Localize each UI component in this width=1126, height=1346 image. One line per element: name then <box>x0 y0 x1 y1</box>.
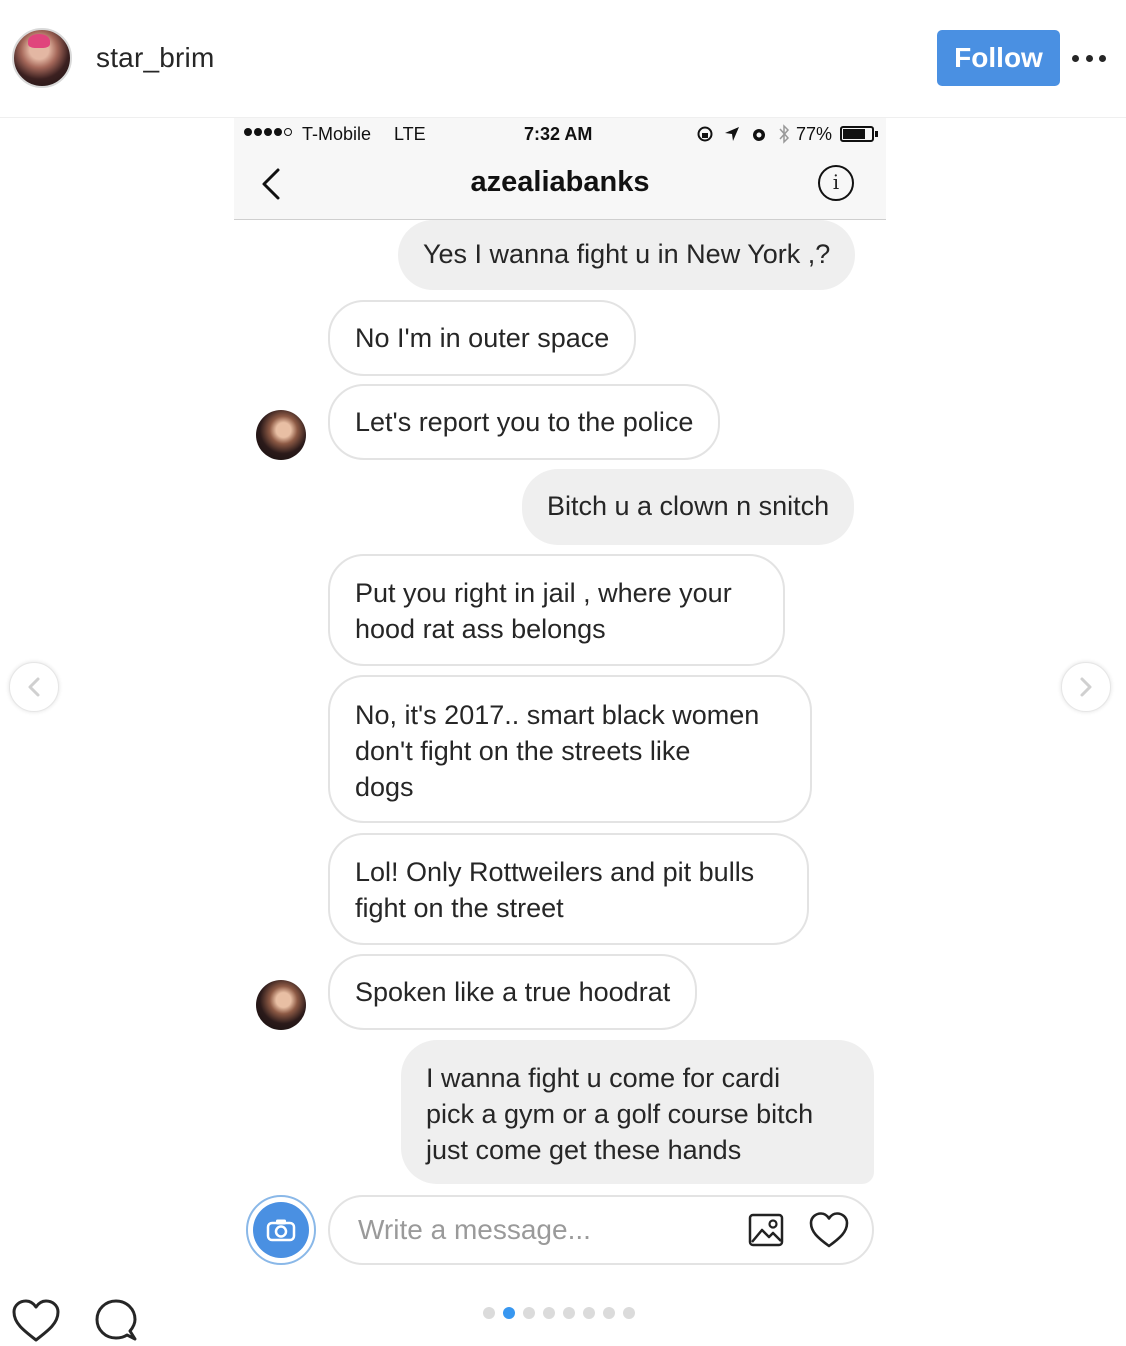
bluetooth-icon <box>779 124 790 144</box>
follow-button[interactable]: Follow <box>937 30 1060 86</box>
message-bubble: Spoken like a true hoodrat <box>328 954 698 1030</box>
next-slide-button[interactable] <box>1061 662 1111 712</box>
sender-avatar[interactable] <box>256 410 306 460</box>
message-bubble: Yes I wanna fight u in New York ,? <box>398 220 856 290</box>
thread-title[interactable]: azealiabanks <box>234 166 886 199</box>
message-line: No, it's 2017.. smart black women <box>355 700 760 730</box>
comment-icon[interactable] <box>92 1297 140 1345</box>
carousel-dot <box>523 1307 535 1319</box>
message-line: Lol! Only Rottweilers and pit bulls <box>355 857 755 887</box>
chevron-right-icon <box>1080 677 1092 697</box>
message-line: fight on the street <box>355 893 564 923</box>
message-bubble: Bitch u a clown n snitch <box>522 469 855 545</box>
message-text: Bitch u a clown n snitch <box>547 491 830 521</box>
carousel-dot-active <box>503 1307 515 1319</box>
message-bubble: No I'm in outer space <box>328 300 637 376</box>
heart-icon[interactable] <box>808 1211 850 1249</box>
message-placeholder: Write a message... <box>358 1214 591 1245</box>
message-bubble: I wanna fight u come for cardi pick a gy… <box>401 1040 874 1184</box>
message-bubble: Lol! Only Rottweilers and pit bulls figh… <box>328 833 809 945</box>
rotation-lock-icon <box>697 126 713 142</box>
signal-icon <box>244 128 292 136</box>
camera-icon <box>253 1202 309 1258</box>
info-icon[interactable]: i <box>818 165 854 201</box>
message-line: I wanna fight u come for cardi <box>426 1063 781 1093</box>
message-text: Spoken like a true hoodrat <box>355 977 671 1007</box>
message-text: No I'm in outer space <box>355 323 610 353</box>
message-bubble: Let's report you to the police <box>328 384 721 460</box>
message-text: Let's report you to the police <box>355 407 694 437</box>
thread-header: azealiabanks i <box>234 150 886 220</box>
carousel-dot <box>563 1307 575 1319</box>
battery-icon <box>840 126 878 142</box>
chevron-left-icon <box>28 677 40 697</box>
more-icon[interactable] <box>1072 38 1106 78</box>
sender-avatar[interactable] <box>256 980 306 1030</box>
carousel-dot <box>603 1307 615 1319</box>
carousel-dot <box>543 1307 555 1319</box>
location-icon <box>725 127 739 141</box>
network-type: LTE <box>394 124 426 144</box>
carousel-dot <box>483 1307 495 1319</box>
post-image: T-Mobile LTE 7:32 AM 77% azealiabanks i … <box>234 118 886 1278</box>
message-line: just come get these hands <box>426 1135 742 1165</box>
status-bar: T-Mobile LTE 7:32 AM 77% <box>234 118 886 150</box>
alarm-icon <box>753 129 765 141</box>
status-time: 7:32 AM <box>524 124 593 144</box>
post-header: star_brim Follow <box>0 0 1126 118</box>
avatar[interactable] <box>12 28 72 88</box>
carousel-dot <box>623 1307 635 1319</box>
username[interactable]: star_brim <box>96 42 215 74</box>
message-line: Put you right in jail , where your <box>355 578 732 608</box>
previous-slide-button[interactable] <box>9 662 59 712</box>
carousel-indicator <box>483 1307 635 1319</box>
status-icons <box>696 124 790 144</box>
message-bubble: No, it's 2017.. smart black women don't … <box>328 675 812 823</box>
message-text: Yes I wanna fight u in New York ,? <box>423 239 831 269</box>
battery-percent: 77% <box>796 124 833 144</box>
message-line: pick a gym or a golf course bitch <box>426 1099 814 1129</box>
camera-button[interactable] <box>246 1195 316 1265</box>
heart-icon[interactable] <box>10 1298 62 1344</box>
image-icon[interactable] <box>748 1213 784 1247</box>
carrier: T-Mobile <box>302 124 372 144</box>
message-line: dogs <box>355 772 414 802</box>
carousel-dot <box>583 1307 595 1319</box>
message-line: don't fight on the streets like <box>355 736 691 766</box>
message-line: hood rat ass belongs <box>355 614 606 644</box>
message-input[interactable]: Write a message... <box>328 1195 874 1265</box>
message-bubble: Put you right in jail , where your hood … <box>328 554 785 666</box>
